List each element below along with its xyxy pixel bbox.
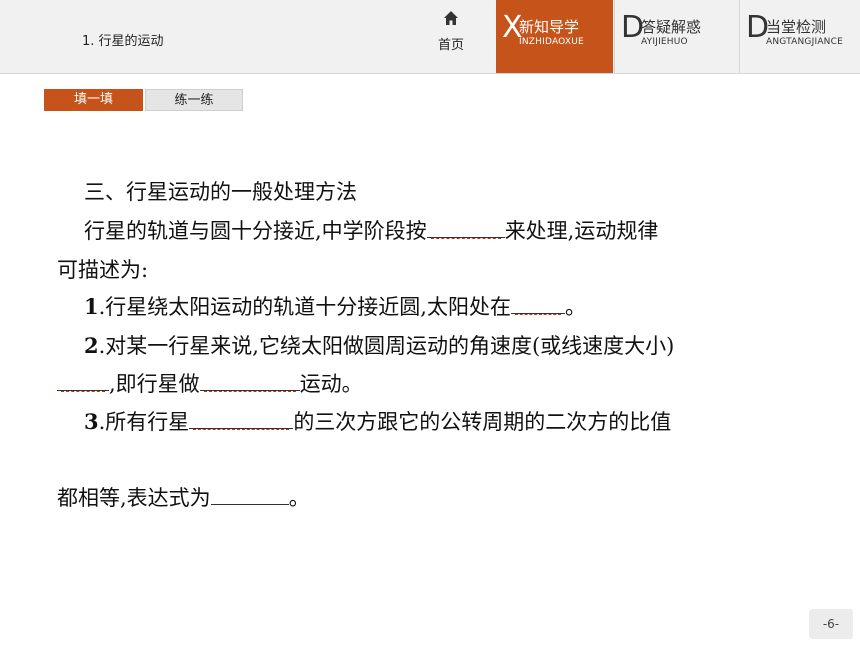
item-text: ,即行星做 bbox=[109, 372, 200, 396]
intro-text-a: 行星的轨道与圆十分接近,中学阶段按 bbox=[84, 219, 427, 243]
tab-pinyin: ANGTANGJIANCE bbox=[766, 37, 843, 47]
item-text-end: 运动。 bbox=[299, 372, 363, 396]
item-text-end: 。 bbox=[288, 486, 310, 510]
item-text: .行星绕太阳运动的轨道十分接近圆,太阳处在 bbox=[98, 295, 511, 319]
tab-pinyin: AYIJIEHUO bbox=[641, 37, 688, 47]
answer-blank-1[interactable] bbox=[426, 217, 505, 239]
lesson-title: 1. 行星的运动 bbox=[82, 34, 164, 49]
tab-class-test[interactable]: D 当堂检测 ANGTANGJIANCE bbox=[739, 0, 860, 73]
tab-title: 当堂检测 bbox=[766, 18, 827, 36]
home-button[interactable]: 首页 bbox=[420, 0, 482, 73]
subtab-fill-in[interactable]: 填一填 bbox=[44, 89, 143, 111]
item-number: 3 bbox=[84, 409, 99, 434]
intro-text-b: 来处理,运动规律 bbox=[504, 219, 659, 243]
item-number: 2 bbox=[84, 333, 99, 358]
subtab-practice[interactable]: 练一练 bbox=[145, 89, 243, 111]
answer-blank-3[interactable] bbox=[57, 370, 109, 392]
top-nav-bar: 1. 行星的运动 首页 X 新知导学 INZHIDAOXUE D 答疑解惑 AY… bbox=[0, 0, 860, 74]
item-1: 1.行星绕太阳运动的轨道十分接近圆,太阳处在 。 bbox=[84, 293, 586, 321]
tab-title: 新知导学 bbox=[519, 18, 580, 36]
answer-blank-2[interactable] bbox=[510, 293, 565, 315]
item-number: 1 bbox=[84, 294, 99, 319]
item-text: 都相等,表达式为 bbox=[57, 486, 211, 510]
section-heading: 三、行星运动的一般处理方法 bbox=[84, 180, 357, 204]
tab-new-knowledge[interactable]: X 新知导学 INZHIDAOXUE bbox=[496, 0, 613, 73]
item-text-b: 的三次方跟它的公转周期的二次方的比值 bbox=[293, 410, 672, 434]
home-icon bbox=[444, 11, 458, 25]
item-2: 2.对某一行星来说,它绕太阳做圆周运动的角速度(或线速度大小) bbox=[84, 332, 674, 360]
item-2-cont: ,即行星做 运动。 bbox=[57, 370, 363, 398]
answer-blank-5[interactable] bbox=[189, 408, 294, 430]
answer-blank-4[interactable] bbox=[199, 370, 300, 392]
tab-title: 答疑解惑 bbox=[641, 18, 702, 36]
tab-pinyin: INZHIDAOXUE bbox=[519, 37, 584, 47]
page-number: -6- bbox=[809, 609, 853, 639]
item-text: .所有行星 bbox=[98, 410, 190, 434]
item-3: 3.所有行星 的三次方跟它的公转周期的二次方的比值 bbox=[84, 408, 671, 436]
item-text-end: 。 bbox=[564, 295, 586, 319]
home-label: 首页 bbox=[437, 38, 464, 53]
answer-blank-6[interactable] bbox=[210, 484, 289, 505]
item-text: .对某一行星来说,它绕太阳做圆周运动的角速度(或线速度大小) bbox=[98, 334, 675, 358]
intro-line-2: 可描述为: bbox=[57, 258, 149, 282]
item-3-cont: 都相等,表达式为 。 bbox=[57, 484, 310, 512]
intro-line: 行星的轨道与圆十分接近,中学阶段按 来处理,运动规律 bbox=[84, 217, 658, 245]
tab-qa[interactable]: D 答疑解惑 AYIJIEHUO bbox=[614, 0, 739, 73]
